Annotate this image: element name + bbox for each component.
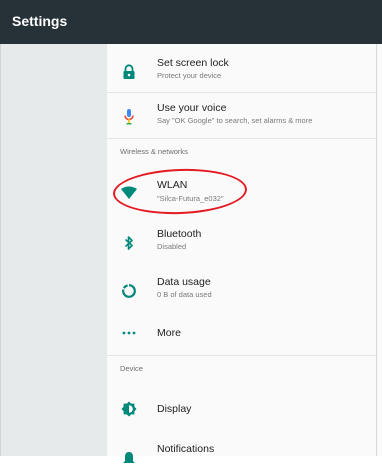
divider <box>107 92 376 93</box>
data-usage-subtitle: 0 B of data used <box>157 290 212 299</box>
screen-lock-subtitle: Protect your device <box>157 71 222 80</box>
bluetooth-subtitle: Disabled <box>157 242 187 251</box>
microphone-icon <box>119 107 139 127</box>
right-divider <box>376 44 377 456</box>
settings-item-display[interactable]: Display <box>107 396 376 422</box>
display-title: Display <box>157 403 192 415</box>
divider <box>107 355 376 356</box>
settings-item-voice[interactable]: Use your voice Say "OK Google" to search… <box>107 97 376 133</box>
bell-icon <box>119 449 139 469</box>
wlan-subtitle: "Silca-Futura_e032" <box>157 194 224 203</box>
settings-item-data-usage[interactable]: Data usage 0 B of data used <box>107 272 376 308</box>
page-title: Settings <box>12 13 68 29</box>
screen-lock-title: Set screen lock <box>157 57 229 69</box>
settings-item-notifications[interactable]: Notifications <box>107 440 376 463</box>
voice-title: Use your voice <box>157 102 227 114</box>
wifi-icon <box>119 183 139 203</box>
settings-item-bluetooth[interactable]: Bluetooth Disabled <box>107 224 376 260</box>
settings-item-more[interactable]: More <box>107 320 376 346</box>
settings-item-wlan[interactable]: WLAN "Silca-Futura_e032" <box>107 174 376 212</box>
brightness-icon <box>119 399 139 419</box>
bluetooth-icon <box>119 233 139 253</box>
section-header-wireless: Wireless & networks <box>120 147 188 156</box>
more-title: More <box>157 327 181 339</box>
app-bar: Settings <box>0 0 382 44</box>
settings-item-screen-lock[interactable]: Set screen lock Protect your device <box>107 52 376 88</box>
wlan-title: WLAN <box>157 179 188 191</box>
bluetooth-title: Bluetooth <box>157 228 202 240</box>
data-usage-title: Data usage <box>157 276 211 288</box>
voice-subtitle: Say "OK Google" to search, set alarms & … <box>157 116 313 125</box>
more-dots-icon <box>119 323 139 343</box>
notifications-title: Notifications <box>157 443 215 455</box>
left-pane <box>0 44 107 456</box>
lock-icon <box>119 62 139 82</box>
data-usage-icon <box>119 281 139 301</box>
section-header-device: Device <box>120 364 143 373</box>
divider <box>107 138 376 139</box>
